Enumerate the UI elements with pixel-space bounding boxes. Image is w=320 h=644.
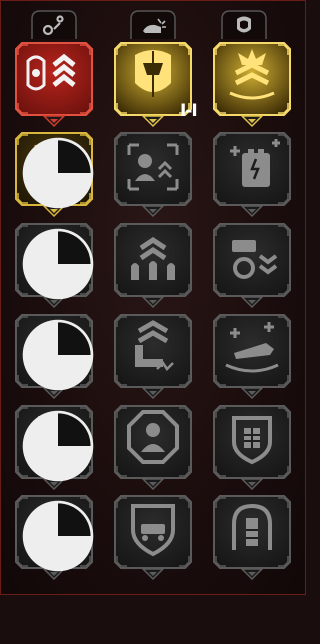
skill-node-r2-c2[interactable] [113, 131, 193, 218]
skill-plate [114, 405, 192, 479]
skill-node-r5-c2[interactable] [113, 404, 193, 491]
skill-node-r4-c2[interactable] [113, 313, 193, 400]
skill-node-r3-c2[interactable] [113, 222, 193, 309]
skill-plate [213, 223, 291, 297]
progress-pie-icon [22, 228, 94, 300]
skill-node-r2-c3[interactable] [212, 131, 292, 218]
progress-pie-icon [22, 319, 94, 391]
skill-plate [114, 223, 192, 297]
skill-plate [213, 314, 291, 388]
skill-node-r1-c1[interactable] [14, 41, 94, 128]
branch-defense-tab[interactable] [216, 9, 272, 39]
branch-combat-tab[interactable] [125, 9, 181, 39]
helmet-shield-icon [237, 16, 251, 33]
skill-node-r5-c3[interactable] [212, 404, 292, 491]
skill-plate [114, 132, 192, 206]
skill-plate [114, 314, 192, 388]
skill-node-r4-c1[interactable] [14, 313, 94, 400]
progress-pie-icon [22, 137, 94, 209]
skill-plate [213, 132, 291, 206]
skill-plate [15, 42, 93, 116]
skill-node-r6-c1[interactable] [14, 494, 94, 581]
node-link-arrow [240, 568, 264, 581]
skill-node-r4-c3[interactable] [212, 313, 292, 400]
progress-pie-icon [22, 410, 94, 482]
node-link-arrow [42, 568, 66, 581]
branch-explore-tab[interactable] [26, 9, 82, 39]
node-link-arrow [141, 568, 165, 581]
skill-node-r2-c1[interactable] [14, 131, 94, 218]
skill-node-r3-c1[interactable] [14, 222, 94, 309]
skill-node-r6-c2[interactable] [113, 494, 193, 581]
skill-node-r5-c1[interactable] [14, 404, 94, 491]
skill-plate [114, 495, 192, 569]
skill-node-r1-c3[interactable] [212, 41, 292, 128]
skill-plate [213, 42, 291, 116]
skill-node-r3-c3[interactable] [212, 222, 292, 309]
cursor-marker: I-I [180, 101, 198, 121]
progress-pie-icon [22, 500, 94, 572]
skill-plate [213, 405, 291, 479]
skill-node-r6-c3[interactable] [212, 494, 292, 581]
skill-plate [213, 495, 291, 569]
